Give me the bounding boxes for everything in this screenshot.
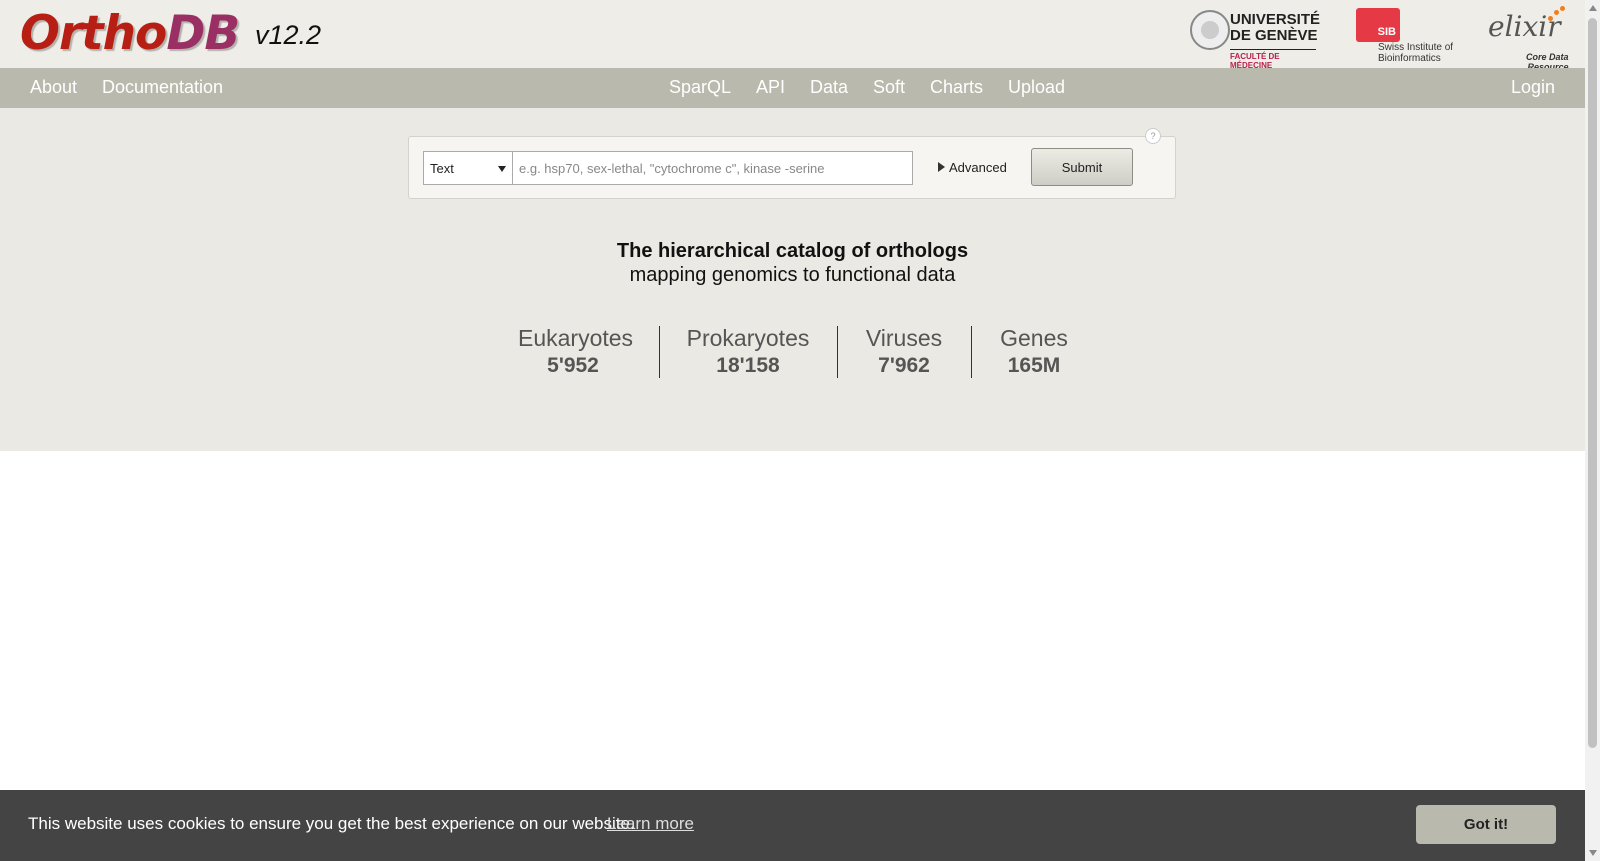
nav-about[interactable]: About <box>30 77 77 98</box>
logo-ortho-text: Ortho <box>20 6 167 61</box>
stat-prokaryotes[interactable]: Prokaryotes 18'158 <box>683 325 813 378</box>
chevron-down-icon <box>498 166 506 172</box>
learn-more-link[interactable]: Learn more <box>607 814 694 834</box>
nav-api[interactable]: API <box>756 77 785 98</box>
stat-value: 165M <box>1007 354 1061 377</box>
nav-data[interactable]: Data <box>810 77 848 98</box>
cookie-banner: This website uses cookies to ensure you … <box>0 790 1585 861</box>
stat-value: 5'952 <box>547 354 599 377</box>
search-mode-value: Text <box>430 161 454 176</box>
sib-box-icon: SIB <box>1356 8 1400 42</box>
stat-divider <box>659 326 660 378</box>
sib-line1: Swiss Institute of <box>1378 42 1454 53</box>
nav-upload[interactable]: Upload <box>1008 77 1065 98</box>
stat-label: Genes <box>1000 325 1068 351</box>
unige-line1: UNIVERSITÉ <box>1230 11 1321 28</box>
elixir-dot-icon <box>1560 6 1565 11</box>
elixir-dot-icon <box>1554 10 1559 15</box>
elixir-line1: Core Data <box>1526 52 1569 62</box>
logo-db-text: DB <box>166 6 240 61</box>
nav-soft[interactable]: Soft <box>873 77 905 98</box>
stat-divider <box>837 326 838 378</box>
vertical-scrollbar[interactable] <box>1585 0 1600 861</box>
nav-login[interactable]: Login <box>1511 77 1555 98</box>
nav-documentation[interactable]: Documentation <box>102 77 223 98</box>
search-input[interactable] <box>513 151 913 185</box>
submit-button[interactable]: Submit <box>1031 148 1133 186</box>
main-nav: About Documentation SparQL API Data Soft… <box>0 68 1585 108</box>
triangle-right-icon <box>938 162 945 172</box>
site-header: OrthoDB v12.2 UNIVERSITÉ DE GENÈVE FACUL… <box>0 0 1585 72</box>
stat-label: Eukaryotes <box>518 325 634 351</box>
orthodb-logo[interactable]: OrthoDB <box>20 6 240 61</box>
stat-genes[interactable]: Genes 165M <box>994 325 1074 378</box>
elixir-logo[interactable]: elixir Core Data Resource <box>1488 6 1583 72</box>
elixir-dot-icon <box>1548 16 1553 21</box>
tagline-subtitle: mapping genomics to functional data <box>629 264 956 286</box>
unige-line2: DE GENÈVE <box>1230 27 1318 44</box>
stat-divider <box>971 326 972 378</box>
stat-value: 7'962 <box>878 354 930 377</box>
advanced-label: Advanced <box>949 160 1007 175</box>
cookie-message: This website uses cookies to ensure you … <box>28 814 635 833</box>
version-label: v12.2 <box>255 20 322 50</box>
stat-label: Viruses <box>865 325 943 351</box>
scroll-up-icon[interactable] <box>1589 5 1597 11</box>
help-icon[interactable]: ? <box>1145 128 1161 144</box>
stat-viruses[interactable]: Viruses 7'962 <box>859 325 949 378</box>
tagline-title: The hierarchical catalog of orthologs <box>616 240 969 262</box>
unige-seal-icon <box>1190 10 1230 50</box>
nav-charts[interactable]: Charts <box>930 77 983 98</box>
unige-faculty: FACULTÉ DE MÉDECINE <box>1230 49 1316 70</box>
scroll-down-icon[interactable] <box>1589 850 1597 856</box>
nav-sparql[interactable]: SparQL <box>669 77 731 98</box>
elixir-name: elixir <box>1488 10 1561 43</box>
page: OrthoDB v12.2 UNIVERSITÉ DE GENÈVE FACUL… <box>0 0 1585 861</box>
sib-logo[interactable]: SIB Swiss Institute of Bioinformatics <box>1356 6 1466 66</box>
search-mode-select[interactable]: Text <box>423 151 513 185</box>
unige-logo[interactable]: UNIVERSITÉ DE GENÈVE FACULTÉ DE MÉDECINE <box>1190 6 1321 70</box>
stat-label: Prokaryotes <box>686 325 810 351</box>
advanced-toggle[interactable]: Advanced <box>938 160 1007 175</box>
stat-eukaryotes[interactable]: Eukaryotes 5'952 <box>518 325 634 378</box>
stat-value: 18'158 <box>716 354 780 377</box>
cookie-accept-button[interactable]: Got it! <box>1416 805 1556 844</box>
scrollbar-thumb[interactable] <box>1588 18 1597 748</box>
sib-line2: Bioinformatics <box>1378 53 1441 64</box>
